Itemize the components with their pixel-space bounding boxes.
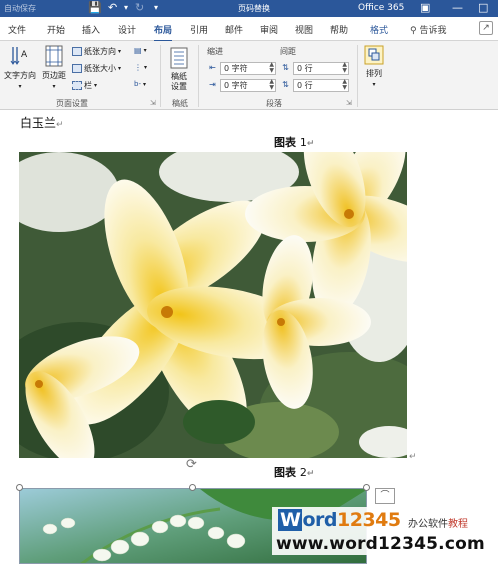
restore-icon[interactable]: □ <box>478 1 488 14</box>
paragraph-launcher-icon[interactable]: ⇲ <box>346 99 352 107</box>
spacing-before-icon: ⇅ <box>282 63 289 72</box>
tab-review[interactable]: 审阅 <box>260 23 278 36</box>
orientation-icon <box>72 47 82 56</box>
resize-handle-top-right[interactable] <box>363 484 370 491</box>
hyphenation-icon: b‐ <box>134 80 141 88</box>
autosave-toggle[interactable]: 自动保存 关 <box>4 3 36 14</box>
indent-right-spinner[interactable]: 0 字符 ▲ ▼ <box>220 79 276 92</box>
rotate-handle-icon[interactable]: ⟳ <box>186 457 197 472</box>
ribbon-display-options-icon[interactable]: ▣ <box>420 1 430 14</box>
tab-references[interactable]: 引用 <box>190 23 208 36</box>
columns-icon <box>72 81 82 90</box>
watermark-url: www.word12345.com <box>276 534 485 554</box>
save-icon[interactable]: 💾 <box>88 1 102 14</box>
undo-icon[interactable]: ↶ <box>108 1 117 14</box>
tab-layout[interactable]: 布局 <box>154 23 173 42</box>
watermark-logo: Word12345 办公软件教程 www.word12345.com <box>272 507 494 555</box>
breaks-icon: ▤ <box>134 46 142 55</box>
group-divider <box>357 45 358 107</box>
indent-right-icon: ⇥ <box>209 80 216 89</box>
lightbulb-icon: ⚲ <box>410 26 417 36</box>
draft-paper-icon <box>170 47 188 69</box>
page-setup-group-label: 页面设置 <box>56 99 88 108</box>
document-title: 页码替换 <box>238 4 270 13</box>
breaks-button[interactable]: ▤ ▾ <box>134 46 147 55</box>
text-direction-icon: A <box>10 47 28 65</box>
layout-options-icon[interactable]: ⌒ <box>375 488 395 504</box>
indent-left-spinner[interactable]: 0 字符 ▲ ▼ <box>220 62 276 75</box>
hyphenation-button[interactable]: b‐ ▾ <box>134 80 146 88</box>
redo-icon[interactable]: ↻ <box>135 1 144 14</box>
figure-caption-1[interactable]: 图表 1↵ <box>274 134 314 150</box>
margins-icon <box>45 45 63 67</box>
paragraph-mark: ↵ <box>409 452 417 462</box>
resize-handle-top-center[interactable] <box>189 484 196 491</box>
group-divider <box>198 45 199 107</box>
tab-file[interactable]: 文件 <box>8 23 26 36</box>
share-icon[interactable]: ↗ <box>479 21 493 35</box>
flower-image[interactable] <box>19 152 407 458</box>
resize-handle-top-left[interactable] <box>16 484 23 491</box>
undo-dropdown-icon[interactable]: ▾ <box>124 3 128 12</box>
columns-button[interactable]: 栏 ▾ <box>72 80 97 91</box>
tab-insert[interactable]: 插入 <box>82 23 100 36</box>
frangipani-picture <box>19 152 407 458</box>
tab-format[interactable]: 格式 <box>370 23 388 36</box>
paper-size-button[interactable]: 纸张大小 ▾ <box>72 63 121 74</box>
text-direction-button[interactable]: A 文字方向 ▾ <box>4 45 36 90</box>
ribbon: A 文字方向 ▾ 页边距 ▾ 纸张方向 ▾ 纸张大小 ▾ 栏 ▾ ▤ ▾ ⋮ ▾ b‐ ▾ 页面… <box>0 41 498 110</box>
paragraph-group-label: 段落 <box>266 99 282 108</box>
app-name: Office 365 <box>358 3 405 13</box>
draft-paper-button[interactable]: 稿纸 设置 <box>170 47 188 92</box>
customize-qat-icon[interactable]: ▾ <box>154 3 158 12</box>
tab-view[interactable]: 视图 <box>295 23 313 36</box>
draft-group-label: 稿纸 <box>172 99 188 108</box>
ribbon-tab-bar: 文件 开始 插入 设计 布局 引用 邮件 审阅 视图 帮助 格式 ⚲ 告诉我 ↗ <box>0 17 498 42</box>
spacing-after-icon: ⇅ <box>282 80 289 89</box>
watermark-brand: Word12345 <box>278 509 401 531</box>
heading-paragraph[interactable]: 白玉兰↵ <box>20 114 64 131</box>
tab-home[interactable]: 开始 <box>47 23 65 36</box>
tab-design[interactable]: 设计 <box>118 23 136 36</box>
indent-left-icon: ⇤ <box>209 63 216 72</box>
svg-text:A: A <box>21 50 28 60</box>
page-setup-launcher-icon[interactable]: ⇲ <box>150 99 156 107</box>
indent-label: 缩进 <box>207 47 223 56</box>
line-numbers-icon: ⋮ <box>134 63 142 72</box>
spacing-label: 间距 <box>280 47 296 56</box>
arrange-button[interactable]: 排列 ▾ <box>364 45 384 88</box>
title-bar: 自动保存 关 💾 ↶ ▾ ↻ ▾ 页码替换 Office 365 ▣ — □ <box>0 0 498 17</box>
paper-size-icon <box>72 64 82 73</box>
spacing-after-spinner[interactable]: 0 行 ▲ ▼ <box>293 79 349 92</box>
figure-caption-2[interactable]: 图表 2↵ <box>274 464 314 480</box>
arrange-icon <box>364 45 384 65</box>
minimize-icon[interactable]: — <box>452 1 463 14</box>
tab-mailings[interactable]: 邮件 <box>225 23 243 36</box>
document-page[interactable]: 白玉兰↵ 图表 1↵ ↵ ⟳ 图表 2↵ ⌒ W ord12345 办公软件教程… <box>0 110 498 564</box>
spacing-before-spinner[interactable]: 0 行 ▲ ▼ <box>293 62 349 75</box>
tab-help[interactable]: 帮助 <box>330 23 348 36</box>
line-numbers-button[interactable]: ⋮ ▾ <box>134 63 147 72</box>
orientation-button[interactable]: 纸张方向 ▾ <box>72 46 121 57</box>
paragraph-mark: ↵ <box>56 120 64 130</box>
watermark-tagline: 办公软件教程 <box>408 519 468 530</box>
margins-button[interactable]: 页边距 ▾ <box>42 45 66 90</box>
group-divider <box>160 45 161 107</box>
tell-me-search[interactable]: ⚲ 告诉我 <box>410 23 446 36</box>
